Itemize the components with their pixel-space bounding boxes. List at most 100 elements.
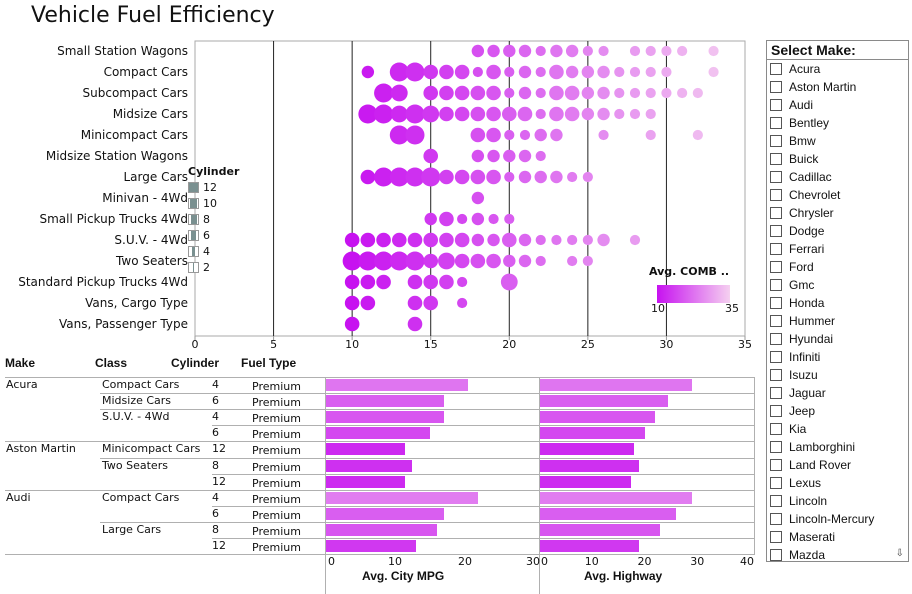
header-class[interactable]: Class: [95, 356, 127, 370]
checkbox[interactable]: [770, 135, 782, 147]
cylinder-legend-label: 12: [203, 180, 217, 194]
make-option[interactable]: Buick: [767, 150, 908, 168]
checkbox[interactable]: [770, 351, 782, 363]
make-option[interactable]: Infiniti: [767, 348, 908, 366]
city-mpg-bar[interactable]: [325, 475, 405, 488]
checkbox[interactable]: [770, 405, 782, 417]
make-option[interactable]: Maserati: [767, 528, 908, 546]
make-option[interactable]: Cadillac: [767, 168, 908, 186]
make-option[interactable]: Acura: [767, 60, 908, 78]
checkbox[interactable]: [770, 477, 782, 489]
checkbox[interactable]: [770, 369, 782, 381]
bubble-point: [360, 232, 376, 248]
bubble-point: [471, 212, 485, 226]
make-option-label: Lexus: [789, 476, 822, 490]
make-option[interactable]: Mazda: [767, 546, 908, 564]
highway-mpg-bar[interactable]: [539, 540, 640, 552]
make-option[interactable]: Hyundai: [767, 330, 908, 348]
checkbox[interactable]: [770, 279, 782, 291]
checkbox[interactable]: [770, 171, 782, 183]
highway-mpg-bar[interactable]: [539, 475, 632, 488]
checkbox[interactable]: [770, 99, 782, 111]
make-option[interactable]: Lincoln: [767, 492, 908, 510]
checkbox[interactable]: [770, 387, 782, 399]
checkbox[interactable]: [770, 531, 782, 543]
make-option[interactable]: Audi: [767, 96, 908, 114]
city-mpg-bar[interactable]: [325, 379, 468, 391]
city-mpg-bar[interactable]: [325, 411, 444, 424]
header-make[interactable]: Make: [5, 356, 35, 370]
make-option[interactable]: Aston Martin: [767, 78, 908, 96]
make-option[interactable]: Dodge: [767, 222, 908, 240]
make-option[interactable]: Bmw: [767, 132, 908, 150]
checkbox[interactable]: [770, 243, 782, 255]
bubble-point: [535, 66, 546, 78]
highway-mpg-bar[interactable]: [539, 411, 656, 424]
x-tick-label: 10: [345, 338, 359, 350]
highway-mpg-bar[interactable]: [539, 379, 692, 391]
make-option[interactable]: Lexus: [767, 474, 908, 492]
make-option[interactable]: Ferrari: [767, 240, 908, 258]
y-category-label: Small Pickup Trucks 4Wd: [40, 212, 189, 226]
bubble-point: [457, 297, 468, 309]
highway-mpg-bar[interactable]: [539, 443, 634, 456]
make-option[interactable]: Ford: [767, 258, 908, 276]
make-option-label: Chrysler: [789, 206, 834, 220]
checkbox[interactable]: [770, 63, 782, 75]
make-option[interactable]: Lamborghini: [767, 438, 908, 456]
make-option[interactable]: Land Rover: [767, 456, 908, 474]
city-mpg-bar[interactable]: [325, 491, 479, 504]
row-divider: [100, 521, 755, 523]
scroll-down-icon[interactable]: ⇩: [896, 548, 904, 559]
city-mpg-bar[interactable]: [325, 427, 430, 440]
checkbox[interactable]: [770, 207, 782, 219]
city-mpg-bar[interactable]: [325, 540, 416, 552]
highway-mpg-bar[interactable]: [539, 395, 668, 408]
checkbox[interactable]: [770, 333, 782, 345]
checkbox[interactable]: [770, 315, 782, 327]
make-option[interactable]: Bentley: [767, 114, 908, 132]
make-option[interactable]: Lincoln-Mercury: [767, 510, 908, 528]
checkbox[interactable]: [770, 513, 782, 525]
header-cylinder[interactable]: Cylinder: [171, 356, 219, 370]
highway-mpg-bar[interactable]: [539, 459, 640, 472]
make-option[interactable]: Isuzu: [767, 366, 908, 384]
make-option[interactable]: Honda: [767, 294, 908, 312]
bubble-point: [344, 295, 360, 311]
make-option[interactable]: Gmc: [767, 276, 908, 294]
checkbox[interactable]: [770, 225, 782, 237]
bubble-point: [564, 85, 580, 101]
checkbox[interactable]: [770, 81, 782, 93]
checkbox[interactable]: [770, 459, 782, 471]
checkbox[interactable]: [770, 549, 782, 561]
checkbox[interactable]: [770, 189, 782, 201]
checkbox[interactable]: [770, 495, 782, 507]
checkbox[interactable]: [770, 441, 782, 453]
highway-mpg-bar[interactable]: [539, 507, 677, 520]
make-cell[interactable]: Acura: [6, 378, 38, 391]
city-mpg-bar[interactable]: [325, 395, 444, 408]
city-mpg-bar[interactable]: [325, 507, 444, 520]
highway-mpg-bar[interactable]: [539, 491, 692, 504]
cylinder-cell: 6: [212, 394, 219, 408]
header-fuel-type[interactable]: Fuel Type: [241, 356, 296, 370]
city-mpg-bar[interactable]: [325, 459, 412, 472]
checkbox[interactable]: [770, 297, 782, 309]
make-option[interactable]: Jeep: [767, 402, 908, 420]
make-option[interactable]: Chevrolet: [767, 186, 908, 204]
make-option[interactable]: Hummer: [767, 312, 908, 330]
make-option[interactable]: Chrysler: [767, 204, 908, 222]
checkbox[interactable]: [770, 423, 782, 435]
make-cell[interactable]: Aston Martin: [6, 442, 76, 455]
checkbox[interactable]: [770, 261, 782, 273]
make-option[interactable]: Kia: [767, 420, 908, 438]
highway-mpg-bar[interactable]: [539, 427, 645, 440]
checkbox[interactable]: [770, 117, 782, 129]
make-cell[interactable]: Audi: [6, 491, 31, 504]
fuel-type-cell: Premium: [252, 412, 301, 426]
make-option[interactable]: Jaguar: [767, 384, 908, 402]
highway-mpg-bar[interactable]: [539, 523, 661, 536]
city-mpg-bar[interactable]: [325, 443, 405, 456]
city-mpg-bar[interactable]: [325, 523, 437, 536]
checkbox[interactable]: [770, 153, 782, 165]
